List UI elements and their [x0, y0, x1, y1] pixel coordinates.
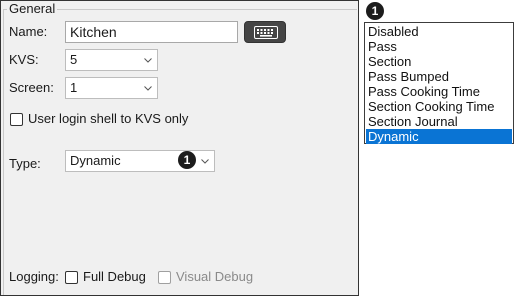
chevron-down-icon [201, 159, 209, 164]
list-option-pass-bumped[interactable]: Pass Bumped [366, 69, 512, 84]
list-option-pass-cooking-time[interactable]: Pass Cooking Time [366, 84, 512, 99]
login-shell-checkbox[interactable] [10, 113, 23, 126]
visual-debug-label: Visual Debug [176, 269, 254, 284]
kvs-select[interactable]: 5 [65, 49, 158, 71]
callout-badge: 1 [366, 2, 384, 20]
chevron-down-icon [144, 58, 152, 63]
list-option-dynamic[interactable]: Dynamic [366, 129, 512, 144]
name-field[interactable]: Kitchen [65, 21, 238, 43]
name-label: Name: [9, 24, 48, 39]
general-group-legend: General [7, 1, 58, 16]
list-option-section-cooking-time[interactable]: Section Cooking Time [366, 99, 512, 114]
callout-badge: 1 [178, 151, 196, 169]
type-label: Type: [9, 156, 41, 171]
settings-panel: General Name: Kitchen KVS: 5 Screen: 1 U… [0, 0, 359, 296]
list-option-disabled[interactable]: Disabled [366, 24, 512, 39]
login-shell-label: User login shell to KVS only [28, 111, 189, 126]
visual-debug-checkbox [158, 271, 171, 284]
kvs-select-value: 5 [70, 52, 78, 67]
list-option-section[interactable]: Section [366, 54, 512, 69]
list-option-pass[interactable]: Pass [366, 39, 512, 54]
type-select-value: Dynamic [70, 153, 121, 168]
keyboard-icon [254, 26, 278, 39]
chevron-down-icon [144, 86, 152, 91]
full-debug-label: Full Debug [83, 269, 146, 284]
list-option-section-journal[interactable]: Section Journal [366, 114, 512, 129]
screen-label: Screen: [9, 80, 54, 95]
screen-select[interactable]: 1 [65, 77, 158, 99]
keyboard-button[interactable] [244, 21, 286, 43]
full-debug-checkbox[interactable] [65, 271, 78, 284]
logging-label: Logging: [9, 269, 59, 284]
type-options-list: Disabled Pass Section Pass Bumped Pass C… [364, 22, 514, 144]
kvs-label: KVS: [9, 52, 39, 67]
screen-select-value: 1 [70, 80, 78, 95]
